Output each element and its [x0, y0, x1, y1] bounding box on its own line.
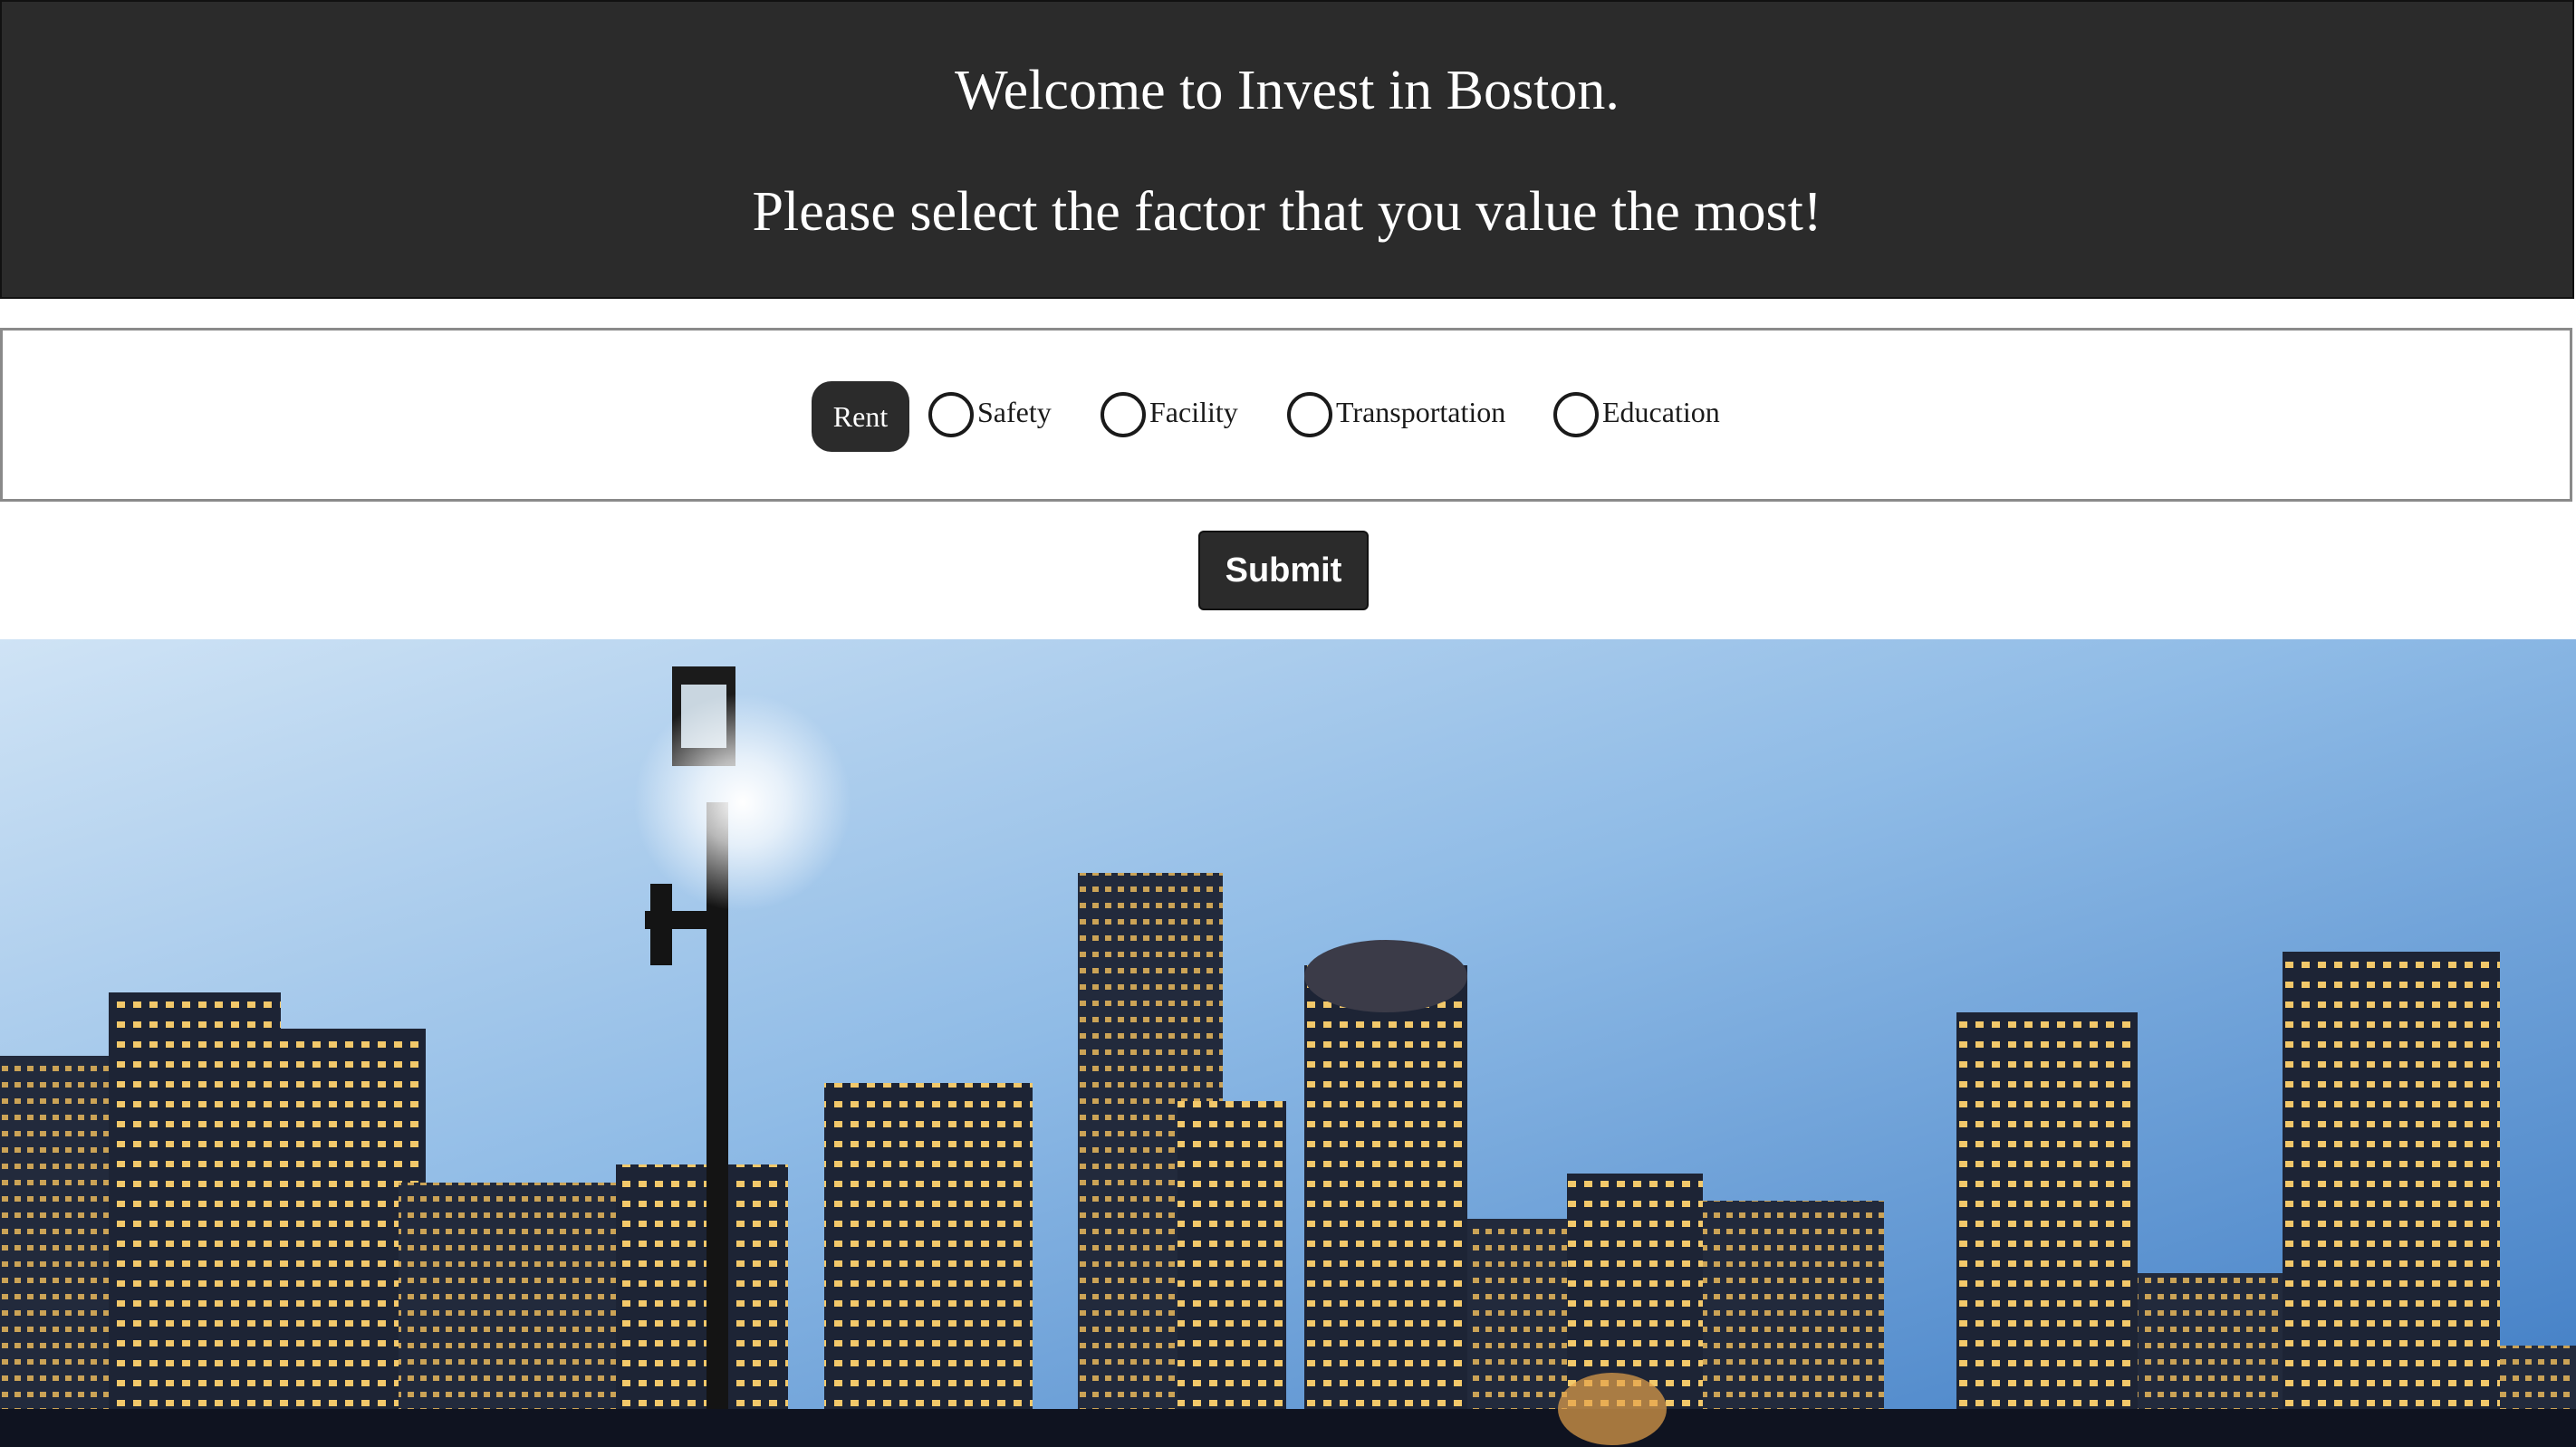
radio-circle-icon[interactable] — [1553, 392, 1599, 437]
radio-circle-icon[interactable] — [928, 392, 974, 437]
radio-circle-icon[interactable] — [1287, 392, 1332, 437]
factor-option-rent-label: Rent — [832, 399, 889, 433]
factor-option-transportation-label: Transportation — [1336, 395, 1506, 428]
radio-circle-icon[interactable] — [1101, 392, 1146, 437]
factor-option-safety-label: Safety — [977, 395, 1052, 428]
factor-option-education[interactable]: Education — [1553, 331, 1720, 499]
factor-option-facility-label: Facility — [1149, 395, 1238, 428]
factor-options-group: Rent Safety Facility Transportation Educ… — [0, 328, 2572, 502]
factor-option-facility[interactable]: Facility — [1101, 331, 1238, 499]
submit-button[interactable]: Submit — [1198, 531, 1369, 610]
boston-skyline-image — [0, 639, 2576, 1447]
factor-option-safety[interactable]: Safety — [928, 331, 1052, 499]
welcome-title: Welcome to Invest in Boston. — [955, 60, 1620, 121]
factor-prompt: Please select the factor that you value … — [752, 181, 1822, 243]
factor-option-transportation[interactable]: Transportation — [1287, 331, 1505, 499]
factor-option-education-label: Education — [1602, 395, 1720, 428]
welcome-header: Welcome to Invest in Boston. Please sele… — [0, 0, 2574, 299]
factor-option-rent[interactable]: Rent — [812, 381, 909, 452]
